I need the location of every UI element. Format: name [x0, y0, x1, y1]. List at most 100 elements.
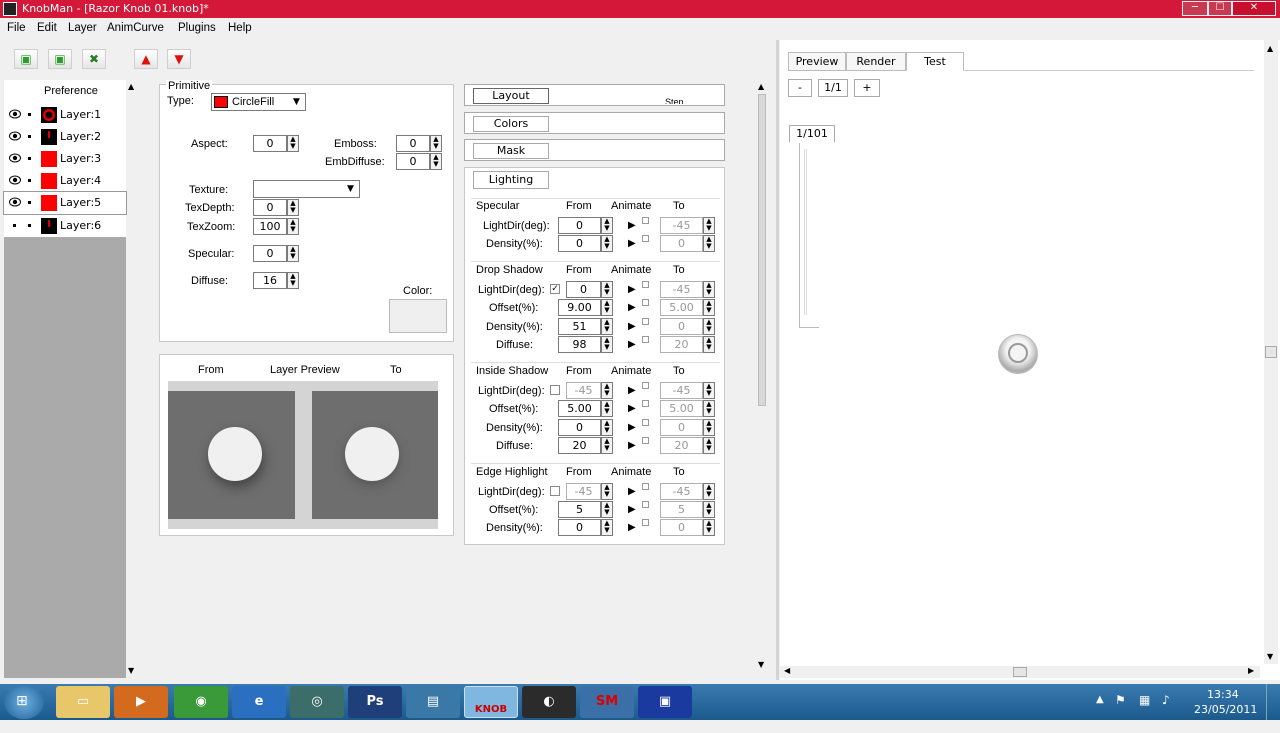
- play-icon[interactable]: ▶: [628, 301, 638, 315]
- volume-icon[interactable]: ♪: [1162, 693, 1170, 707]
- spec-density-from[interactable]: 0: [558, 235, 601, 252]
- move-layer-up-button[interactable]: ▲: [134, 49, 158, 69]
- clock-time[interactable]: 13:34: [1207, 688, 1239, 701]
- emboss-spinner[interactable]: ▲ ▼: [430, 135, 442, 152]
- animate-checkbox[interactable]: [642, 419, 649, 426]
- animate-checkbox[interactable]: [642, 217, 649, 224]
- editor-scrollbar[interactable]: ▲ ▼: [758, 80, 766, 672]
- diffuse-spinner[interactable]: ▲ ▼: [287, 272, 299, 289]
- animate-checkbox[interactable]: [642, 501, 649, 508]
- ds-lightdir-from[interactable]: 0: [566, 281, 601, 298]
- preview-vscrollbar[interactable]: ▲ ▼: [1264, 40, 1278, 664]
- menu-layer[interactable]: Layer: [68, 22, 97, 34]
- frame-slider[interactable]: [799, 143, 819, 328]
- ds-diffuse-to[interactable]: 20: [660, 336, 703, 353]
- play-icon[interactable]: ▶: [628, 402, 638, 416]
- eh-density-to-spinner[interactable]: ▲ ▼: [703, 519, 715, 536]
- eh-lightdir-to-spinner[interactable]: ▲ ▼: [703, 483, 715, 500]
- ds-lightdir-checkbox[interactable]: ✓: [550, 284, 560, 294]
- is-density-from[interactable]: 0: [558, 419, 601, 436]
- animate-checkbox[interactable]: [642, 400, 649, 407]
- animate-checkbox[interactable]: [642, 318, 649, 325]
- scroll-down-icon[interactable]: ▼: [128, 666, 134, 675]
- animate-checkbox[interactable]: [642, 483, 649, 490]
- eh-lightdir-checkbox[interactable]: [550, 486, 560, 496]
- flag-icon[interactable]: ⚑: [1115, 693, 1126, 707]
- ds-offset-from-spinner[interactable]: ▲ ▼: [601, 299, 613, 316]
- ds-offset-from[interactable]: 9.00: [558, 299, 601, 316]
- splitter[interactable]: [776, 40, 779, 680]
- is-density-to-spinner[interactable]: ▲ ▼: [703, 419, 715, 436]
- animate-checkbox[interactable]: [642, 281, 649, 288]
- is-offset-to[interactable]: 5.00: [660, 400, 703, 417]
- play-icon[interactable]: ▶: [628, 421, 638, 435]
- is-diffuse-to[interactable]: 20: [660, 437, 703, 454]
- delete-layer-button[interactable]: ✖: [82, 49, 106, 69]
- scroll-left-icon[interactable]: ◀: [784, 666, 790, 675]
- play-icon[interactable]: ▶: [628, 237, 638, 251]
- spec-density-from-spinner[interactable]: ▲ ▼: [601, 235, 613, 252]
- play-icon[interactable]: ▶: [628, 338, 638, 352]
- is-density-to[interactable]: 0: [660, 419, 703, 436]
- is-lightdir-from-spinner[interactable]: ▲ ▼: [601, 382, 613, 399]
- hscroll-thumb[interactable]: [1013, 667, 1027, 677]
- scroll-thumb[interactable]: [758, 94, 766, 406]
- spec-density-to[interactable]: 0: [660, 235, 703, 252]
- scroll-down-icon[interactable]: ▼: [758, 660, 764, 669]
- eye-icon[interactable]: [9, 131, 21, 141]
- frame-minus-button[interactable]: -: [788, 79, 812, 97]
- texzoom-spinner[interactable]: ▲ ▼: [287, 218, 299, 235]
- layer-row-selected[interactable]: Layer:5: [3, 191, 127, 215]
- task-internet-explorer[interactable]: e: [232, 686, 286, 718]
- aspect-input[interactable]: 0: [253, 135, 287, 152]
- close-button[interactable]: ✕: [1232, 1, 1276, 16]
- ds-diffuse-to-spinner[interactable]: ▲ ▼: [703, 336, 715, 353]
- eh-offset-to[interactable]: 5: [660, 501, 703, 518]
- frame-plus-button[interactable]: +: [854, 79, 880, 97]
- is-diffuse-to-spinner[interactable]: ▲ ▼: [703, 437, 715, 454]
- is-lightdir-to-spinner[interactable]: ▲ ▼: [703, 382, 715, 399]
- task-media-player[interactable]: ▶: [114, 686, 168, 718]
- specular-input[interactable]: 0: [253, 245, 287, 262]
- animate-checkbox[interactable]: [642, 235, 649, 242]
- eh-lightdir-from-spinner[interactable]: ▲ ▼: [601, 483, 613, 500]
- is-lightdir-checkbox[interactable]: [550, 385, 560, 395]
- eye-icon[interactable]: [9, 197, 21, 207]
- ds-lightdir-from-spinner[interactable]: ▲ ▼: [601, 281, 613, 298]
- ds-density-from[interactable]: 51: [558, 318, 601, 335]
- scroll-right-icon[interactable]: ▶: [1248, 666, 1254, 675]
- play-icon[interactable]: ▶: [628, 485, 638, 499]
- menu-help[interactable]: Help: [228, 22, 252, 34]
- colors-tab[interactable]: Colors: [473, 116, 549, 132]
- texdepth-input[interactable]: 0: [253, 199, 287, 216]
- layer-row[interactable]: Layer:1: [4, 104, 126, 126]
- animate-checkbox[interactable]: [642, 299, 649, 306]
- aspect-spinner[interactable]: ▲ ▼: [287, 135, 299, 152]
- layer-row[interactable]: Layer:2: [4, 126, 126, 148]
- layer-row[interactable]: Layer:4: [4, 170, 126, 192]
- diffuse-input[interactable]: 16: [253, 272, 287, 289]
- layer-list-scrollbar[interactable]: ▲ ▼: [128, 80, 136, 678]
- scroll-up-icon[interactable]: ▲: [1267, 44, 1273, 53]
- add-layer-button[interactable]: ▣: [14, 49, 38, 69]
- ds-diffuse-from[interactable]: 98: [558, 336, 601, 353]
- task-notepad[interactable]: ▤: [406, 686, 460, 718]
- maximize-button[interactable]: ☐: [1208, 1, 1232, 16]
- lighting-tab[interactable]: Lighting: [473, 171, 549, 189]
- play-icon[interactable]: ▶: [628, 283, 638, 297]
- type-select[interactable]: CircleFill ▼: [211, 93, 306, 111]
- play-icon[interactable]: ▶: [628, 503, 638, 517]
- task-app-square[interactable]: ▣: [638, 686, 692, 718]
- is-offset-from[interactable]: 5.00: [558, 400, 601, 417]
- play-icon[interactable]: ▶: [628, 320, 638, 334]
- layer-row[interactable]: Layer:6: [4, 215, 126, 237]
- menu-edit[interactable]: Edit: [37, 22, 57, 34]
- is-offset-to-spinner[interactable]: ▲ ▼: [703, 400, 715, 417]
- eh-density-to[interactable]: 0: [660, 519, 703, 536]
- specular-spinner[interactable]: ▲ ▼: [287, 245, 299, 262]
- spec-lightdir-from-spinner[interactable]: ▲ ▼: [601, 217, 613, 234]
- ds-lightdir-to-spinner[interactable]: ▲ ▼: [703, 281, 715, 298]
- is-diffuse-from[interactable]: 20: [558, 437, 601, 454]
- tray-expand-icon[interactable]: ▲: [1096, 694, 1104, 705]
- tab-test[interactable]: Test: [906, 52, 964, 71]
